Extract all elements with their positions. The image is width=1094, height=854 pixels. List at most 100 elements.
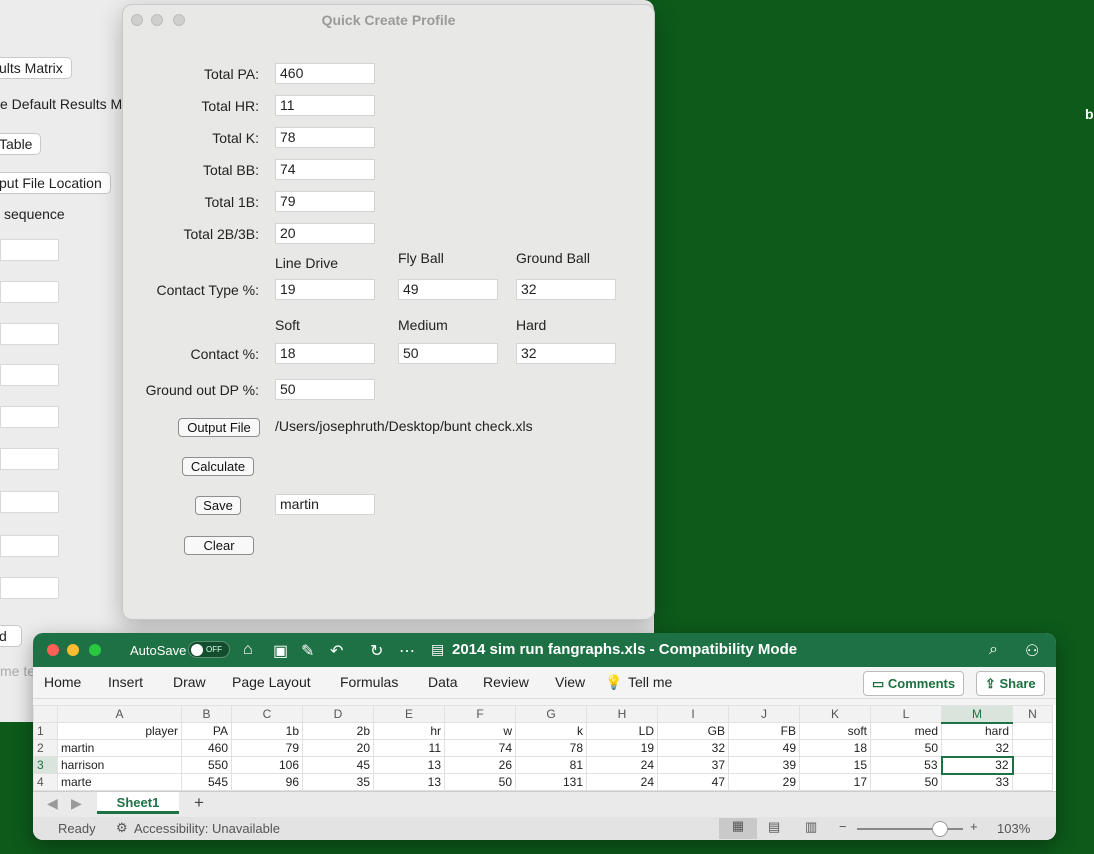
results-matrix-button[interactable]: ults Matrix: [0, 57, 72, 79]
column-header-i[interactable]: I: [657, 705, 729, 723]
cell-j4[interactable]: 29: [728, 773, 800, 791]
table-button[interactable]: Table: [0, 133, 42, 155]
cell-i1[interactable]: GB: [657, 722, 729, 740]
cell-c4[interactable]: 96: [231, 773, 303, 791]
output-file-button[interactable]: Output File: [178, 418, 260, 437]
next-sheet-icon[interactable]: ▶: [71, 795, 82, 812]
cell-c2[interactable]: 79: [231, 739, 303, 757]
total-k-input[interactable]: 78: [275, 127, 375, 148]
cell-l2[interactable]: 50: [870, 739, 942, 757]
menu-draw[interactable]: Draw: [173, 674, 206, 690]
cell-j2[interactable]: 49: [728, 739, 800, 757]
total-pa-input[interactable]: 460: [275, 63, 375, 84]
column-header-l[interactable]: L: [870, 705, 942, 723]
cell-e2[interactable]: 11: [373, 739, 445, 757]
bg-input-2[interactable]: [0, 281, 59, 303]
select-all-corner[interactable]: [33, 705, 58, 723]
comments-button[interactable]: ▭ Comments: [863, 671, 965, 696]
save-icon[interactable]: ▣: [273, 641, 288, 661]
cell-b2[interactable]: 460: [181, 739, 232, 757]
column-header-k[interactable]: K: [799, 705, 871, 723]
menu-page-layout[interactable]: Page Layout: [232, 674, 311, 690]
row-header-1[interactable]: 1: [33, 722, 58, 740]
add-sheet-icon[interactable]: +: [194, 793, 204, 813]
row-header-4[interactable]: 4: [33, 773, 58, 791]
column-header-d[interactable]: D: [302, 705, 374, 723]
column-header-j[interactable]: J: [728, 705, 800, 723]
row-header-2[interactable]: 2: [33, 739, 58, 757]
total-1b-input[interactable]: 79: [275, 191, 375, 212]
cell-e3[interactable]: 13: [373, 756, 445, 774]
cell-g4[interactable]: 131: [515, 773, 587, 791]
cell-n2[interactable]: [1012, 739, 1053, 757]
bg-input-1[interactable]: [0, 239, 59, 261]
cell-h3[interactable]: 24: [586, 756, 658, 774]
zoom-slider[interactable]: [857, 821, 963, 837]
hard-input[interactable]: 32: [516, 343, 616, 364]
cell-g1[interactable]: k: [515, 722, 587, 740]
spreadsheet-grid[interactable]: A B C D E F G H I J K L M N 1 player PA 1b 2b hr w k LD GB FB sof…: [33, 705, 1056, 791]
bg-input-7[interactable]: [0, 491, 59, 513]
column-header-f[interactable]: F: [444, 705, 516, 723]
row-header-3[interactable]: 3: [33, 756, 58, 774]
menu-formulas[interactable]: Formulas: [340, 674, 398, 690]
cell-n4[interactable]: [1012, 773, 1053, 791]
cell-g2[interactable]: 78: [515, 739, 587, 757]
column-header-g[interactable]: G: [515, 705, 587, 723]
dialog-titlebar[interactable]: Quick Create Profile: [123, 5, 654, 35]
home-icon[interactable]: ⌂: [243, 641, 253, 659]
bg-input-3[interactable]: [0, 323, 59, 345]
cell-m1[interactable]: hard: [941, 722, 1013, 740]
bg-input-9[interactable]: [0, 577, 59, 599]
column-header-h[interactable]: H: [586, 705, 658, 723]
menu-insert[interactable]: Insert: [108, 674, 143, 690]
cell-m3[interactable]: 32: [940, 755, 1014, 775]
cell-b1[interactable]: PA: [181, 722, 232, 740]
cell-k3[interactable]: 15: [799, 756, 871, 774]
medium-input[interactable]: 50: [398, 343, 498, 364]
cell-d3[interactable]: 45: [302, 756, 374, 774]
cell-f3[interactable]: 26: [444, 756, 516, 774]
prev-sheet-icon[interactable]: ◀: [47, 795, 58, 812]
share-people-icon[interactable]: ⚇: [1025, 641, 1039, 661]
cell-k4[interactable]: 17: [799, 773, 871, 791]
cell-l1[interactable]: med: [870, 722, 942, 740]
cell-f2[interactable]: 74: [444, 739, 516, 757]
cell-j3[interactable]: 39: [728, 756, 800, 774]
output-location-button[interactable]: put File Location: [0, 172, 111, 194]
bg-input-4[interactable]: [0, 364, 59, 386]
cell-d1[interactable]: 2b: [302, 722, 374, 740]
menu-data[interactable]: Data: [428, 674, 458, 690]
redo-icon[interactable]: ↻: [370, 641, 383, 661]
cell-d4[interactable]: 35: [302, 773, 374, 791]
total-hr-input[interactable]: 11: [275, 95, 375, 116]
fly-ball-input[interactable]: 49: [398, 279, 498, 300]
save-name-input[interactable]: martin: [275, 494, 375, 515]
zoom-window-button[interactable]: [89, 644, 101, 656]
column-header-b[interactable]: B: [181, 705, 232, 723]
cell-d2[interactable]: 20: [302, 739, 374, 757]
cell-i4[interactable]: 47: [657, 773, 729, 791]
calculate-button[interactable]: Calculate: [182, 457, 254, 476]
cell-i3[interactable]: 37: [657, 756, 729, 774]
cell-a1[interactable]: player: [57, 722, 182, 740]
cell-k1[interactable]: soft: [799, 722, 871, 740]
page-break-view-icon[interactable]: ▥: [805, 819, 817, 835]
accessibility-status[interactable]: Accessibility: Unavailable: [134, 821, 280, 836]
cell-k2[interactable]: 18: [799, 739, 871, 757]
column-header-c[interactable]: C: [231, 705, 303, 723]
total-bb-input[interactable]: 74: [275, 159, 375, 180]
cell-m2[interactable]: 32: [941, 739, 1013, 757]
cell-i2[interactable]: 32: [657, 739, 729, 757]
cell-e1[interactable]: hr: [373, 722, 445, 740]
cell-g3[interactable]: 81: [515, 756, 587, 774]
cell-m4[interactable]: 33: [941, 773, 1013, 791]
cell-n1[interactable]: [1012, 722, 1053, 740]
cell-n3[interactable]: [1012, 756, 1053, 774]
save-button[interactable]: Save: [195, 496, 241, 515]
cell-l4[interactable]: 50: [870, 773, 942, 791]
menu-home[interactable]: Home: [44, 674, 81, 690]
minimize-window-button[interactable]: [67, 644, 79, 656]
soft-input[interactable]: 18: [275, 343, 375, 364]
bg-input-8[interactable]: [0, 535, 59, 557]
